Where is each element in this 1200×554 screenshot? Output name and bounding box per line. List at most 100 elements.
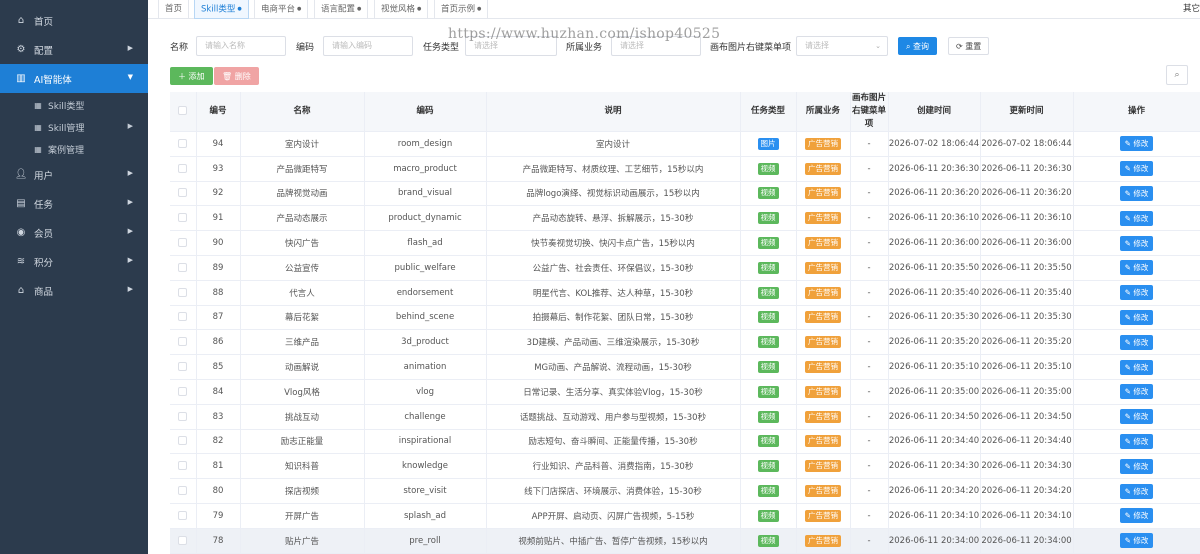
row-select-cell[interactable] [170,429,197,455]
tab-language[interactable]: 语言配置 ● [314,0,369,19]
table-row[interactable]: 78 贴片广告 pre_roll 视频前贴片、中插广告、暂停广告视频，15秒以内 视频 广… [170,528,1200,554]
edit-button[interactable]: ✎ 修改 [1119,533,1154,549]
row-checkbox[interactable] [178,386,188,396]
select-all-checkbox[interactable] [178,106,188,115]
code-input[interactable]: 请输入编码 [323,36,413,56]
table-row[interactable]: 85 动画解说 animation MG动画、产品解说、流程动画，15-30秒 视频 广告… [170,354,1200,380]
row-checkbox[interactable] [178,362,188,372]
row-select-cell[interactable] [170,528,197,554]
row-checkbox[interactable] [178,262,188,272]
row-checkbox[interactable] [178,163,188,173]
close-icon[interactable]: ● [237,6,241,12]
table-row[interactable]: 81 知识科普 knowledge 行业知识、产品科普、消费指南，15-30秒 视频 广告… [170,453,1200,480]
table-row[interactable]: 91 产品动态展示 product_dynamic 产品动态旋转、悬浮、拆解展示，15… [170,205,1200,232]
edit-button[interactable]: ✎ 修改 [1119,210,1154,226]
col-biz[interactable]: 所属业务 [796,92,851,132]
tab-home-example[interactable]: 首页示例 ● [434,0,489,19]
col-created[interactable]: 创建时间 [888,92,981,132]
sidebar-item-member[interactable]: ◉ 会员 ▶ [0,218,148,247]
sidebar-subitem-skill-type[interactable]: ▦ Skill类型 [0,94,148,116]
table-row[interactable]: 93 产品微距特写 macro_product 产品微距特写、材质纹理、工艺细节，15… [170,156,1200,182]
row-select-cell[interactable] [170,354,197,380]
col-type[interactable]: 任务类型 [740,92,797,132]
row-checkbox[interactable] [178,510,188,520]
sidebar-item-user[interactable]: 👤︎ 用户 ▶ [0,160,148,189]
col-menu[interactable]: 画布图片右键菜单项 [850,92,889,132]
edit-button[interactable]: ✎ 修改 [1119,136,1154,152]
edit-button[interactable]: ✎ 修改 [1119,458,1154,474]
tab-ecommerce[interactable]: 电商平台 ● [254,0,309,19]
close-icon[interactable]: ● [357,6,361,12]
row-select-cell[interactable] [170,379,197,405]
col-name[interactable]: 名称 [240,92,365,132]
sidebar-subitem-skill-manage[interactable]: ▦ Skill管理 ▶ [0,116,148,138]
query-button[interactable]: ⌕ 查询 [898,37,938,55]
edit-button[interactable]: ✎ 修改 [1119,384,1154,400]
edit-button[interactable]: ✎ 修改 [1119,235,1154,251]
canvas-menu-select[interactable]: 请选择 ⌄ [796,36,888,56]
row-select-cell[interactable] [170,305,197,331]
edit-button[interactable]: ✎ 修改 [1119,508,1154,524]
tab-home[interactable]: 首页 [158,0,190,19]
reset-button[interactable]: ⟳ 重置 [948,37,990,55]
edit-button[interactable]: ✎ 修改 [1119,483,1154,499]
sidebar-item-task[interactable]: ▤ 任务 ▶ [0,189,148,218]
task-type-select[interactable]: 请选择 [465,36,557,56]
row-checkbox[interactable] [178,312,188,322]
search-toggle-button[interactable]: ⌕ [1166,65,1188,85]
row-checkbox[interactable] [178,188,188,198]
edit-button[interactable]: ✎ 修改 [1119,433,1154,449]
row-select-cell[interactable] [170,205,197,232]
table-row[interactable]: 92 品牌视觉动画 brand_visual 品牌logo演绎、视觉标识动画展示，15… [170,181,1200,207]
row-checkbox[interactable] [178,486,188,496]
table-row[interactable]: 86 三维产品 3d_product 3D建模、产品动画、三维渲染展示，15-30秒 视… [170,329,1200,356]
sidebar-item-ai-agent[interactable]: ▥ AI智能体 ▼ [0,64,148,93]
edit-button[interactable]: ✎ 修改 [1119,334,1154,350]
edit-button[interactable]: ✎ 修改 [1119,359,1154,375]
row-checkbox[interactable] [178,411,188,421]
tab-visual-style[interactable]: 视觉风格 ● [374,0,429,19]
table-row[interactable]: 94 室内设计 room_design 室内设计 图片 广告营销 -2026-07-02 1… [170,131,1200,157]
select-all-cell[interactable] [170,92,197,132]
row-checkbox[interactable] [178,287,188,297]
close-icon[interactable]: ● [477,6,481,12]
row-select-cell[interactable] [170,181,197,207]
row-checkbox[interactable] [178,461,188,471]
row-select-cell[interactable] [170,404,197,430]
table-row[interactable]: 87 幕后花絮 behind_scene 拍摄幕后、制作花絮、团队日常，15-30秒 视… [170,305,1200,331]
edit-button[interactable]: ✎ 修改 [1119,185,1154,201]
col-code[interactable]: 编码 [364,92,487,132]
edit-button[interactable]: ✎ 修改 [1119,161,1154,177]
row-select-cell[interactable] [170,230,197,256]
table-row[interactable]: 88 代言人 endorsement 明星代言、KOL推荐、达人种草，15-30秒 视频… [170,280,1200,306]
close-icon[interactable]: ● [297,6,301,12]
row-checkbox[interactable] [178,337,188,347]
col-desc[interactable]: 说明 [486,92,741,132]
row-select-cell[interactable] [170,131,197,157]
sidebar-item-points[interactable]: ≋ 积分 ▶ [0,247,148,276]
col-id[interactable]: 编号 [196,92,241,132]
row-checkbox[interactable] [178,138,188,148]
table-row[interactable]: 82 励志正能量 inspirational 励志短句、奋斗瞬间、正能量传播，15-3… [170,429,1200,455]
table-row[interactable]: 83 挑战互动 challenge 话题挑战、互动游戏、用户参与型视频，15-30秒 视… [170,404,1200,430]
table-row[interactable]: 84 Vlog风格 vlog 日常记录、生活分享、真实体验Vlog，15-30秒 视频 广… [170,379,1200,405]
row-checkbox[interactable] [178,535,188,545]
edit-button[interactable]: ✎ 修改 [1119,409,1154,425]
tab-skill-type[interactable]: Skill类型 ● [194,0,249,19]
row-checkbox[interactable] [178,213,188,223]
col-updated[interactable]: 更新时间 [980,92,1074,132]
delete-button[interactable]: 🗑︎ 删除 [214,67,259,85]
row-select-cell[interactable] [170,280,197,306]
row-checkbox[interactable] [178,436,188,446]
add-button[interactable]: ＋ 添加 [170,67,213,85]
edit-button[interactable]: ✎ 修改 [1119,309,1154,325]
name-input[interactable]: 请输入名称 [196,36,286,56]
sidebar-item-config[interactable]: ⚙ 配置 ▶ [0,35,148,64]
sidebar-item-home[interactable]: ⌂ 首页 [0,6,148,35]
row-select-cell[interactable] [170,453,197,480]
business-select[interactable]: 请选择 [611,36,701,56]
table-row[interactable]: 79 开屏广告 splash_ad APP开屏、启动页、闪屏广告视频，5-15秒 视频 广… [170,503,1200,529]
table-row[interactable]: 89 公益宣传 public_welfare 公益广告、社会责任、环保倡议，15-30… [170,255,1200,281]
row-select-cell[interactable] [170,478,197,504]
row-select-cell[interactable] [170,329,197,356]
